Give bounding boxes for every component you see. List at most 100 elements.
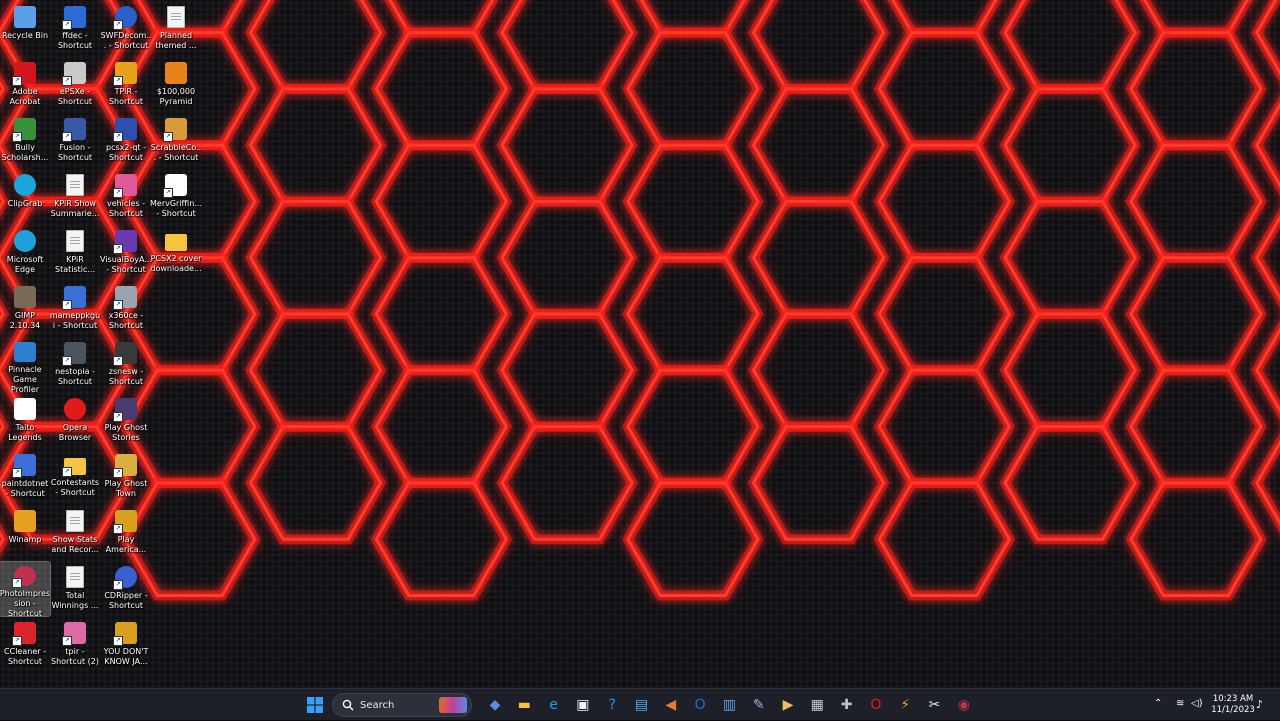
desktop-icon[interactable]: ↗ x360ce - Shortcut	[101, 282, 151, 336]
desktop-icon[interactable]: ↗ ffdec - Shortcut	[50, 2, 100, 56]
adobe-acrobat-icon: ↗	[12, 62, 36, 86]
tpir2-icon: ↗	[62, 622, 86, 646]
taskbar-app-button[interactable]: O	[865, 694, 887, 716]
taskbar-app-button[interactable]: ✂	[924, 694, 946, 716]
desktop-icon[interactable]: KPiR Show Summarie...	[50, 170, 100, 224]
pcsx2-icon: ↗	[113, 118, 137, 142]
swf-decompiler-icon: ↗	[113, 6, 137, 30]
start-button[interactable]	[304, 694, 326, 716]
desktop-icon[interactable]: ↗ Play America...	[101, 506, 151, 560]
help-icon: ?	[608, 697, 616, 713]
desktop-icon[interactable]: Pinnacle Game Profiler	[0, 338, 50, 392]
taskbar-app-button[interactable]: ✚	[836, 694, 858, 716]
desktop-icon[interactable]: PCSX2 cover downloade...	[150, 226, 202, 280]
mervgriffin-icon: ↗	[163, 174, 187, 198]
taskbar-app-button[interactable]: ▦	[806, 694, 828, 716]
taskbar-app-button[interactable]: ◉	[953, 694, 975, 716]
calculator-icon: ▦	[810, 697, 824, 713]
taskbar-app-button[interactable]: ✎	[748, 694, 770, 716]
desktop-icon[interactable]: ↗ Contestants - Shortcut	[50, 450, 100, 504]
desktop-icon[interactable]: ↗ Bully Scholarsh...	[0, 114, 50, 168]
desktop-icon[interactable]: GIMP 2.10.34	[0, 282, 50, 336]
desktop-icon[interactable]: ↗ Adobe Acrobat	[0, 58, 50, 112]
taito-invader-icon	[14, 398, 36, 420]
notification-bell-icon[interactable]: ♪	[1256, 698, 1263, 711]
desktop-icon-label: CDRipper - Shortcut	[104, 591, 148, 610]
desktop-icon[interactable]: ↗ ScrabbleCo... - Shortcut	[151, 114, 201, 168]
windows-logo-icon	[307, 697, 323, 713]
desktop-icon[interactable]: ↗ zsnesw - Shortcut	[101, 338, 151, 392]
edge-icon: e	[549, 697, 558, 713]
shortcut-arrow-icon: ↗	[113, 20, 123, 30]
edge-icon	[14, 230, 36, 252]
desktop-icon[interactable]: ↗ vehicles - Shortcut	[101, 170, 151, 224]
desktop-icon[interactable]: ↗ MervGriffin... - Shortcut	[150, 170, 202, 224]
file-explorer-icon: ▬	[517, 697, 531, 713]
gimp-icon	[14, 286, 36, 308]
volume-icon[interactable]: ◁)	[1191, 698, 1203, 709]
desktop-icon[interactable]: ↗ Fusion - Shortcut	[50, 114, 100, 168]
desktop-icon[interactable]: ClipGrab	[0, 170, 50, 224]
shortcut-arrow-icon: ↗	[113, 188, 123, 198]
desktop-icon[interactable]: ↗ tpir - Shortcut (2)	[50, 618, 100, 672]
desktop-icon[interactable]: ↗ CCleaner - Shortcut	[0, 618, 50, 672]
desktop-icon[interactable]: ↗ ePSXe - Shortcut	[50, 58, 100, 112]
desktop-icon[interactable]: Microsoft Edge	[0, 226, 50, 280]
desktop-icon-label: Play Ghost Stories	[104, 423, 148, 442]
taskbar-app-button[interactable]: ▶	[777, 694, 799, 716]
shortcut-arrow-icon: ↗	[62, 467, 72, 477]
taskbar-search-box[interactable]: Search	[332, 693, 472, 717]
desktop-icon[interactable]: Recycle Bin	[0, 2, 50, 56]
desktop-icon-label: Bully Scholarsh...	[1, 143, 49, 162]
desktop-icon[interactable]: KPiR Statistic...	[50, 226, 100, 280]
taskbar-app-button[interactable]: ▤	[631, 694, 653, 716]
desktop-icon-label: ClipGrab	[7, 199, 43, 208]
chevron-up-icon[interactable]: ⌃	[1154, 698, 1162, 709]
desktop-icon[interactable]: Total Winnings ...	[50, 562, 100, 616]
desktop-icon[interactable]: ↗ nestopia - Shortcut	[50, 338, 100, 392]
taskbar-app-button[interactable]: ◆	[484, 694, 506, 716]
desktop-icon[interactable]: ↗ CDRipper - Shortcut	[101, 562, 151, 616]
desktop-icon[interactable]: ↗ Play Ghost Stories	[101, 394, 151, 448]
desktop-icon[interactable]: ↗ SWFDecom... - Shortcut	[101, 2, 151, 56]
desktop-icon[interactable]: ↗ pcsx2-qt - Shortcut	[101, 114, 151, 168]
desktop-icon-label: SWFDecom... - Shortcut	[100, 31, 152, 50]
desktop-icon[interactable]: ↗ mameppkgui - Shortcut	[50, 282, 100, 336]
desktop-icon[interactable]: Planned themed ...	[151, 2, 201, 56]
desktop-icon[interactable]: Opera Browser	[50, 394, 100, 448]
taskbar-app-button[interactable]: ?	[601, 694, 623, 716]
taskbar-app-button[interactable]: ▥	[718, 694, 740, 716]
desktop-icon[interactable]: Show Stats and Recor...	[50, 506, 100, 560]
desktop-icon[interactable]: ↗ TPiR - Shortcut	[101, 58, 151, 112]
taskbar-clock[interactable]: 10:23 AM 11/1/2023	[1208, 694, 1258, 716]
shortcut-arrow-icon: ↗	[113, 300, 123, 310]
fusion-icon: ↗	[62, 118, 86, 142]
recycle-bin-icon	[14, 6, 36, 28]
desktop-icon-label: Adobe Acrobat	[9, 87, 41, 106]
microsoft-store-icon: ▣	[576, 697, 590, 713]
mame-icon: ↗	[62, 286, 86, 310]
desktop-icon[interactable]: ↗ VisualBoyA... - Shortcut	[100, 226, 152, 280]
taskbar-app-button[interactable]: ⚡	[894, 694, 916, 716]
taskbar-app-button[interactable]: O	[689, 694, 711, 716]
desktop-icon[interactable]: Taito Legends	[0, 394, 50, 448]
taskbar-app-button[interactable]: ◀	[660, 694, 682, 716]
desktop-icon[interactable]: ↗ Play Ghost Town	[101, 450, 151, 504]
taskbar-app-button[interactable]: e	[543, 694, 565, 716]
desktop-icon[interactable]: ↗ paintdotnet - Shortcut	[0, 450, 50, 504]
shortcut-arrow-icon: ↗	[113, 356, 123, 366]
desktop-icon[interactable]: ↗ PhotoImpression - Shortcut	[0, 561, 51, 617]
desktop-icon-label: Play Ghost Town	[104, 479, 148, 498]
desktop-icon[interactable]: ↗ YOU DON'T KNOW JA...	[101, 618, 151, 672]
epsxe-icon: ↗	[62, 62, 86, 86]
wifi-icon[interactable]: ≋	[1176, 698, 1184, 709]
shortcut-arrow-icon: ↗	[163, 132, 173, 142]
desktop-icon-label: ScrabbleCo... - Shortcut	[150, 143, 202, 162]
taskbar-app-button[interactable]: ▣	[572, 694, 594, 716]
clock-date: 11/1/2023	[1211, 705, 1255, 715]
desktop-icon-label: Microsoft Edge	[6, 255, 44, 274]
taskbar-app-button[interactable]: ▬	[513, 694, 535, 716]
desktop-icon-label: TPiR - Shortcut	[108, 87, 144, 106]
desktop-icon[interactable]: $100,000 Pyramid	[151, 58, 201, 112]
desktop-icon[interactable]: Winamp	[0, 506, 50, 560]
